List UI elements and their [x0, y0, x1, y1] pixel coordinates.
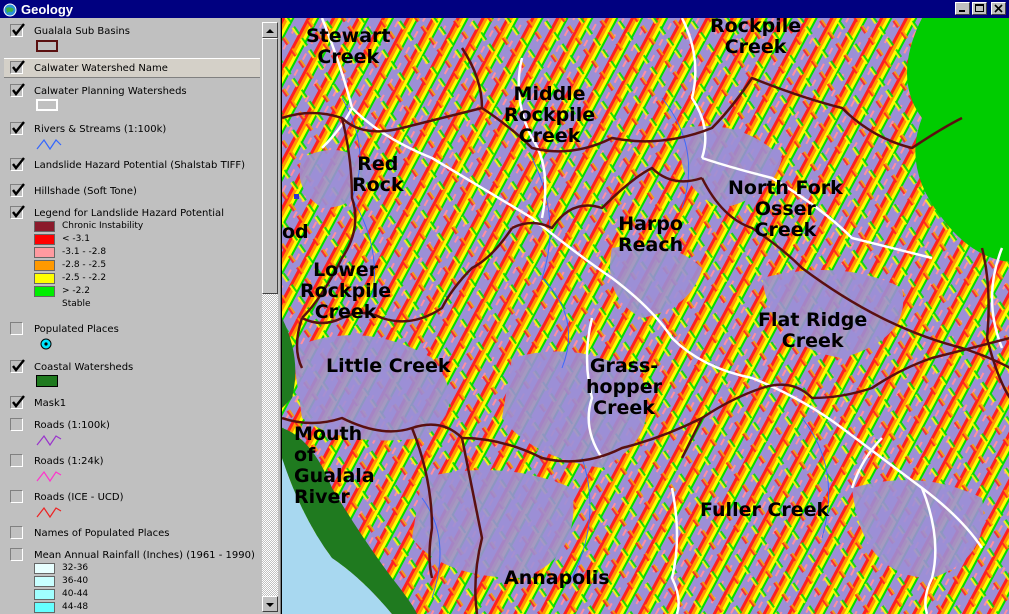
layer-name: Landslide Hazard Potential (Shalstab TIF… — [34, 160, 246, 171]
stream-line-swatch — [36, 138, 62, 151]
legend-item: -3.1 - -2.8 — [34, 247, 254, 259]
legend-item: Stable — [62, 299, 91, 309]
map-label-little-creek: Little Creek — [326, 355, 451, 377]
layer-legend-landslide[interactable]: Legend for Landslide Hazard Potential Ch… — [10, 205, 260, 312]
legend-item: 36-40 — [34, 576, 254, 588]
layer-name: Calwater Watershed Name — [34, 63, 168, 74]
map-label-lower-rockpile-creek: Lower Rockpile Creek — [300, 259, 392, 323]
minimize-button[interactable] — [955, 2, 970, 15]
legend-item: -2.8 - -2.5 — [34, 260, 254, 272]
legend-item: < -3.1 — [34, 234, 254, 246]
layer-rivers-streams[interactable]: Rivers & Streams (1:100k) — [10, 121, 260, 152]
layer-checkbox[interactable] — [10, 395, 25, 409]
scroll-down-button[interactable] — [262, 596, 278, 612]
layer-populated-places[interactable]: Populated Places — [10, 322, 260, 354]
coastal-watershed-swatch — [36, 375, 58, 387]
layer-checkbox[interactable] — [10, 83, 25, 97]
layer-checkbox[interactable] — [10, 418, 23, 431]
layer-checkbox[interactable] — [10, 205, 25, 219]
close-button[interactable] — [991, 2, 1006, 15]
layer-name: Calwater Planning Watersheds — [34, 86, 187, 97]
scroll-thumb[interactable] — [262, 38, 278, 294]
layer-mask1[interactable]: Mask1 — [10, 395, 260, 414]
arrow-up-icon — [266, 29, 274, 33]
layer-gualala-sub-basins[interactable]: Gualala Sub Basins — [10, 23, 260, 54]
layer-name: Legend for Landslide Hazard Potential — [34, 208, 224, 219]
close-icon — [994, 4, 1003, 13]
title-bar: Geology — [0, 0, 1009, 18]
layer-landslide-hazard[interactable]: Landslide Hazard Potential (Shalstab TIF… — [10, 157, 260, 176]
layer-name: Roads (1:24k) — [34, 456, 104, 467]
layer-checkbox[interactable] — [10, 322, 23, 335]
legend-item: 32-36 — [34, 563, 254, 575]
window-title: Geology — [21, 1, 74, 17]
layer-name: Coastal Watersheds — [34, 362, 134, 373]
layer-name: Gualala Sub Basins — [34, 26, 130, 37]
layer-calwater-watershed-name[interactable]: Calwater Watershed Name — [4, 58, 260, 78]
layer-name: Names of Populated Places — [34, 528, 170, 539]
arrow-down-icon — [266, 603, 274, 607]
maximize-button[interactable] — [972, 2, 987, 15]
road-line-swatch — [36, 506, 62, 519]
map-label-annapolis: Annapolis — [504, 567, 610, 589]
planning-boundary-swatch — [36, 99, 58, 111]
map-label-rockpile-creek: Rockpile Creek — [710, 18, 802, 58]
layer-calwater-planning-watersheds[interactable]: Calwater Planning Watersheds — [10, 83, 260, 112]
layer-name: Roads (ICE - UCD) — [34, 492, 124, 503]
map-label-north-fork-osser-creek: North Fork Osser Creek — [728, 177, 843, 241]
layer-name: Mask1 — [34, 398, 67, 409]
layer-checkbox[interactable] — [10, 121, 25, 135]
legend-item: > -2.2 — [34, 286, 254, 298]
place-marker-icon — [40, 338, 52, 350]
maximize-icon — [975, 4, 984, 12]
layer-coastal-watersheds[interactable]: Coastal Watersheds — [10, 359, 260, 388]
layer-checkbox[interactable] — [10, 454, 23, 467]
layer-hillshade[interactable]: Hillshade (Soft Tone) — [10, 183, 260, 202]
map-label-red-rock: Red Rock — [352, 153, 404, 196]
scroll-up-button[interactable] — [262, 22, 278, 38]
layer-name: Populated Places — [34, 324, 119, 335]
road-line-swatch — [36, 470, 62, 483]
legend-item: 44-48 — [34, 602, 254, 614]
map-label-flat-ridge-creek: Flat Ridge Creek — [758, 309, 868, 352]
toc-scrollbar[interactable] — [262, 22, 278, 612]
map-label-mouth-of-gualala-river: Mouth of Gualala River — [294, 423, 375, 508]
layer-name: Hillshade (Soft Tone) — [34, 186, 137, 197]
road-line-swatch — [36, 434, 62, 447]
map-label-middle-rockpile-creek: Middle Rockpile Creek — [504, 83, 596, 147]
layer-names-populated-places[interactable]: Names of Populated Places — [10, 526, 260, 544]
globe-icon — [3, 2, 17, 17]
layer-mean-annual-rainfall[interactable]: Mean Annual Rainfall (Inches) (1961 - 19… — [10, 548, 260, 614]
layer-checkbox[interactable] — [10, 548, 23, 561]
layer-name: Mean Annual Rainfall (Inches) (1961 - 19… — [34, 550, 255, 561]
table-of-contents: Gualala Sub Basins Calwater Watershed Na… — [0, 18, 281, 614]
layer-checkbox[interactable] — [10, 183, 25, 197]
layer-checkbox[interactable] — [10, 60, 25, 74]
layer-checkbox[interactable] — [10, 526, 23, 539]
layer-checkbox[interactable] — [10, 23, 25, 37]
layer-name: Rivers & Streams (1:100k) — [34, 124, 167, 135]
layer-roads-24k[interactable]: Roads (1:24k) — [10, 454, 260, 486]
map-label-fuller-creek: Fuller Creek — [700, 499, 830, 521]
layer-roads-ice[interactable]: Roads (ICE - UCD) — [10, 490, 260, 522]
legend-item: -2.5 - -2.2 — [34, 273, 254, 285]
map-label-harpo-reach: Harpo Reach — [618, 213, 684, 256]
basin-boundary-swatch — [36, 40, 58, 52]
layer-checkbox[interactable] — [10, 157, 25, 171]
legend-item: Chronic Instability — [34, 221, 254, 233]
map-label-stewart-creek: Stewart Creek — [306, 25, 391, 68]
minimize-icon — [959, 10, 965, 12]
legend-item: 40-44 — [34, 589, 254, 601]
map-label-od: od — [282, 221, 309, 243]
place-marker — [294, 194, 299, 199]
layer-roads-100k[interactable]: Roads (1:100k) — [10, 418, 260, 450]
layer-checkbox[interactable] — [10, 490, 23, 503]
layer-checkbox[interactable] — [10, 359, 25, 373]
layer-name: Roads (1:100k) — [34, 420, 110, 431]
map-label-grasshopper-creek: Grass-hopper Creek — [586, 355, 663, 419]
map-view[interactable]: Stewart Creek Rockpile Creek Middle Rockpil… — [281, 18, 1009, 614]
